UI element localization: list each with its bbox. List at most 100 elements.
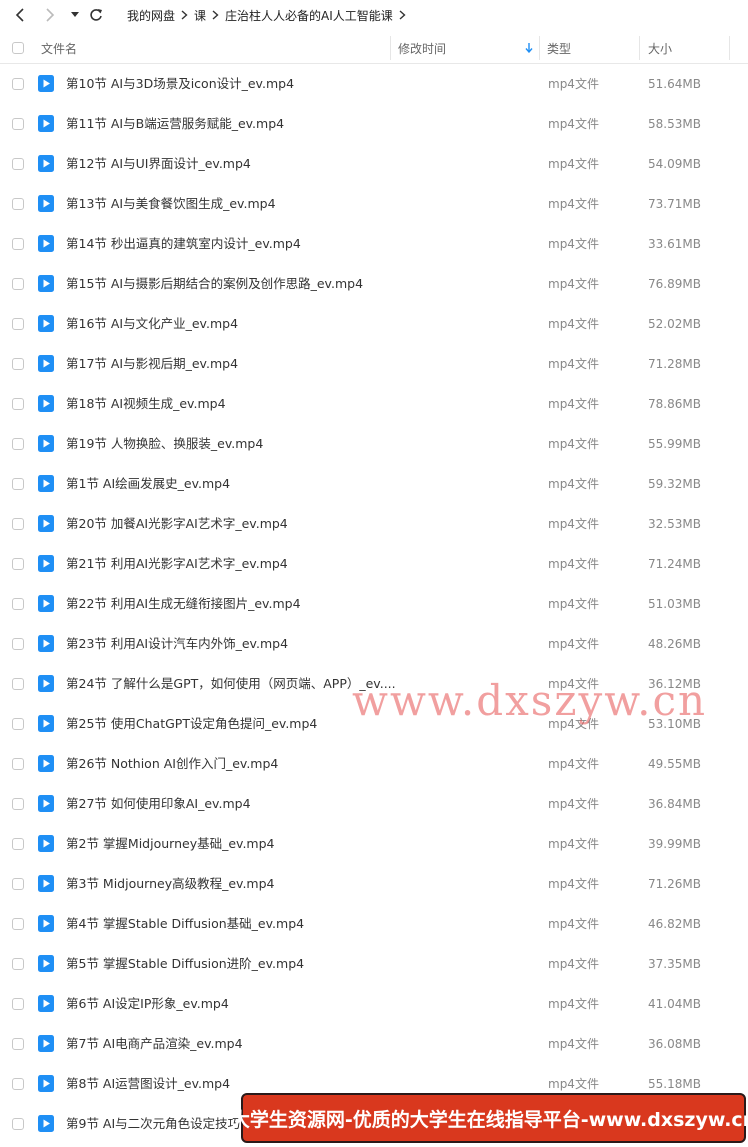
row-checkbox[interactable] — [12, 118, 24, 130]
file-row[interactable]: 第24节 了解什么是GPT，如何使用（网页端、APP）_ev.... mp4文件 3… — [0, 664, 748, 704]
row-checkbox[interactable] — [12, 518, 24, 530]
file-name[interactable]: 第10节 AI与3D场景及icon设计_ev.mp4 — [66, 64, 294, 104]
row-checkbox[interactable] — [12, 558, 24, 570]
file-name[interactable]: 第4节 掌握Stable Diffusion基础_ev.mp4 — [66, 904, 304, 944]
row-checkbox[interactable] — [12, 198, 24, 210]
row-checkbox[interactable] — [12, 438, 24, 450]
file-name[interactable]: 第23节 利用AI设计汽车内外饰_ev.mp4 — [66, 624, 288, 664]
column-header-name[interactable]: 文件名 — [41, 33, 77, 63]
file-row[interactable]: 第16节 AI与文化产业_ev.mp4 mp4文件 52.02MB — [0, 304, 748, 344]
file-row[interactable]: 第23节 利用AI设计汽车内外饰_ev.mp4 mp4文件 48.26MB — [0, 624, 748, 664]
file-name[interactable]: 第14节 秒出逼真的建筑室内设计_ev.mp4 — [66, 224, 301, 264]
file-name[interactable]: 第8节 AI运营图设计_ev.mp4 — [66, 1064, 230, 1104]
row-checkbox[interactable] — [12, 598, 24, 610]
file-row[interactable]: 第15节 AI与摄影后期结合的案例及创作思路_ev.mp4 mp4文件 76.89M… — [0, 264, 748, 304]
back-button[interactable] — [12, 7, 28, 23]
file-row[interactable]: 第13节 AI与美食餐饮图生成_ev.mp4 mp4文件 73.71MB — [0, 184, 748, 224]
file-row[interactable]: 第4节 掌握Stable Diffusion基础_ev.mp4 mp4文件 46.8… — [0, 904, 748, 944]
file-row[interactable]: 第2节 掌握Midjourney基础_ev.mp4 mp4文件 39.99MB — [0, 824, 748, 864]
row-checkbox[interactable] — [12, 998, 24, 1010]
file-name[interactable]: 第9节 AI与二次元角色设定技巧 — [66, 1104, 240, 1144]
file-row[interactable]: 第12节 AI与UI界面设计_ev.mp4 mp4文件 54.09MB — [0, 144, 748, 184]
file-row[interactable]: 第18节 AI视频生成_ev.mp4 mp4文件 78.86MB — [0, 384, 748, 424]
file-row[interactable]: 第22节 利用AI生成无缝衔接图片_ev.mp4 mp4文件 51.03MB — [0, 584, 748, 624]
file-row[interactable]: 第5节 掌握Stable Diffusion进阶_ev.mp4 mp4文件 37.3… — [0, 944, 748, 984]
file-name[interactable]: 第25节 使用ChatGPT设定角色提问_ev.mp4 — [66, 704, 317, 744]
file-row[interactable]: 第1节 AI绘画发展史_ev.mp4 mp4文件 59.32MB — [0, 464, 748, 504]
file-row[interactable]: 第19节 人物换脸、换服装_ev.mp4 mp4文件 55.99MB — [0, 424, 748, 464]
file-row[interactable]: 第17节 AI与影视后期_ev.mp4 mp4文件 71.28MB — [0, 344, 748, 384]
file-name[interactable]: 第12节 AI与UI界面设计_ev.mp4 — [66, 144, 251, 184]
file-name[interactable]: 第22节 利用AI生成无缝衔接图片_ev.mp4 — [66, 584, 301, 624]
row-checkbox[interactable] — [12, 78, 24, 90]
video-file-icon — [38, 275, 54, 292]
column-header-type[interactable]: 类型 — [547, 33, 571, 63]
row-checkbox[interactable] — [12, 638, 24, 650]
column-header-modified[interactable]: 修改时间 — [398, 33, 446, 63]
row-checkbox[interactable] — [12, 358, 24, 370]
file-row[interactable]: 第25节 使用ChatGPT设定角色提问_ev.mp4 mp4文件 53.10MB — [0, 704, 748, 744]
file-name[interactable]: 第17节 AI与影视后期_ev.mp4 — [66, 344, 238, 384]
file-row[interactable]: 第10节 AI与3D场景及icon设计_ev.mp4 mp4文件 51.64MB — [0, 64, 748, 104]
row-checkbox[interactable] — [12, 1118, 24, 1130]
file-name[interactable]: 第13节 AI与美食餐饮图生成_ev.mp4 — [66, 184, 276, 224]
refresh-button[interactable] — [87, 6, 105, 24]
file-name[interactable]: 第5节 掌握Stable Diffusion进阶_ev.mp4 — [66, 944, 304, 984]
file-name[interactable]: 第16节 AI与文化产业_ev.mp4 — [66, 304, 238, 344]
file-name[interactable]: 第15节 AI与摄影后期结合的案例及创作思路_ev.mp4 — [66, 264, 363, 304]
select-all-checkbox[interactable] — [12, 33, 24, 63]
file-name[interactable]: 第1节 AI绘画发展史_ev.mp4 — [66, 464, 230, 504]
file-row[interactable]: 第7节 AI电商产品渲染_ev.mp4 mp4文件 36.08MB — [0, 1024, 748, 1064]
file-row[interactable]: 第20节 加餐AI光影字AI艺术字_ev.mp4 mp4文件 32.53MB — [0, 504, 748, 544]
file-name[interactable]: 第26节 Nothion AI创作入门_ev.mp4 — [66, 744, 278, 784]
row-checkbox[interactable] — [12, 158, 24, 170]
row-checkbox[interactable] — [12, 958, 24, 970]
row-checkbox[interactable] — [12, 798, 24, 810]
row-checkbox[interactable] — [12, 278, 24, 290]
breadcrumb: 我的网盘 课 庄治柱人人必备的AI人工智能课 — [127, 0, 412, 30]
file-name[interactable]: 第7节 AI电商产品渲染_ev.mp4 — [66, 1024, 243, 1064]
file-name[interactable]: 第20节 加餐AI光影字AI艺术字_ev.mp4 — [66, 504, 288, 544]
file-name[interactable]: 第27节 如何使用印象AI_ev.mp4 — [66, 784, 251, 824]
forward-button[interactable] — [42, 7, 58, 23]
breadcrumb-item-root[interactable]: 我的网盘 — [127, 7, 175, 24]
row-checkbox[interactable] — [12, 718, 24, 730]
sort-arrow-down-icon[interactable] — [525, 33, 533, 63]
video-file-icon — [38, 1075, 54, 1092]
row-checkbox[interactable] — [12, 478, 24, 490]
file-name[interactable]: 第21节 利用AI光影字AI艺术字_ev.mp4 — [66, 544, 288, 584]
file-row[interactable]: 第6节 AI设定IP形象_ev.mp4 mp4文件 41.04MB — [0, 984, 748, 1024]
breadcrumb-item-current[interactable]: 庄治柱人人必备的AI人工智能课 — [225, 7, 393, 24]
row-checkbox[interactable] — [12, 678, 24, 690]
file-row[interactable]: 第27节 如何使用印象AI_ev.mp4 mp4文件 36.84MB — [0, 784, 748, 824]
row-checkbox[interactable] — [12, 1038, 24, 1050]
video-file-icon — [38, 715, 54, 732]
column-header-size[interactable]: 大小 — [648, 33, 672, 63]
file-name[interactable]: 第3节 Midjourney高级教程_ev.mp4 — [66, 864, 275, 904]
breadcrumb-item-folder[interactable]: 课 — [194, 7, 206, 24]
file-row[interactable]: 第3节 Midjourney高级教程_ev.mp4 mp4文件 71.26MB — [0, 864, 748, 904]
row-checkbox[interactable] — [12, 238, 24, 250]
column-divider[interactable] — [729, 36, 730, 60]
row-checkbox[interactable] — [12, 878, 24, 890]
file-name[interactable]: 第2节 掌握Midjourney基础_ev.mp4 — [66, 824, 275, 864]
file-name[interactable]: 第19节 人物换脸、换服装_ev.mp4 — [66, 424, 263, 464]
row-checkbox[interactable] — [12, 398, 24, 410]
file-row[interactable]: 第26节 Nothion AI创作入门_ev.mp4 mp4文件 49.55MB — [0, 744, 748, 784]
file-name[interactable]: 第18节 AI视频生成_ev.mp4 — [66, 384, 226, 424]
file-row[interactable]: 第14节 秒出逼真的建筑室内设计_ev.mp4 mp4文件 33.61MB — [0, 224, 748, 264]
row-checkbox[interactable] — [12, 838, 24, 850]
column-divider[interactable] — [539, 36, 540, 60]
column-divider[interactable] — [390, 36, 391, 60]
file-name[interactable]: 第11节 AI与B端运营服务赋能_ev.mp4 — [66, 104, 284, 144]
file-name[interactable]: 第24节 了解什么是GPT，如何使用（网页端、APP）_ev.... — [66, 664, 396, 704]
row-checkbox[interactable] — [12, 918, 24, 930]
file-row[interactable]: 第11节 AI与B端运营服务赋能_ev.mp4 mp4文件 58.53MB — [0, 104, 748, 144]
history-dropdown-button[interactable] — [68, 7, 82, 23]
row-checkbox[interactable] — [12, 318, 24, 330]
row-checkbox[interactable] — [12, 758, 24, 770]
row-checkbox[interactable] — [12, 1078, 24, 1090]
column-divider[interactable] — [639, 36, 640, 60]
file-name[interactable]: 第6节 AI设定IP形象_ev.mp4 — [66, 984, 229, 1024]
file-row[interactable]: 第21节 利用AI光影字AI艺术字_ev.mp4 mp4文件 71.24MB — [0, 544, 748, 584]
